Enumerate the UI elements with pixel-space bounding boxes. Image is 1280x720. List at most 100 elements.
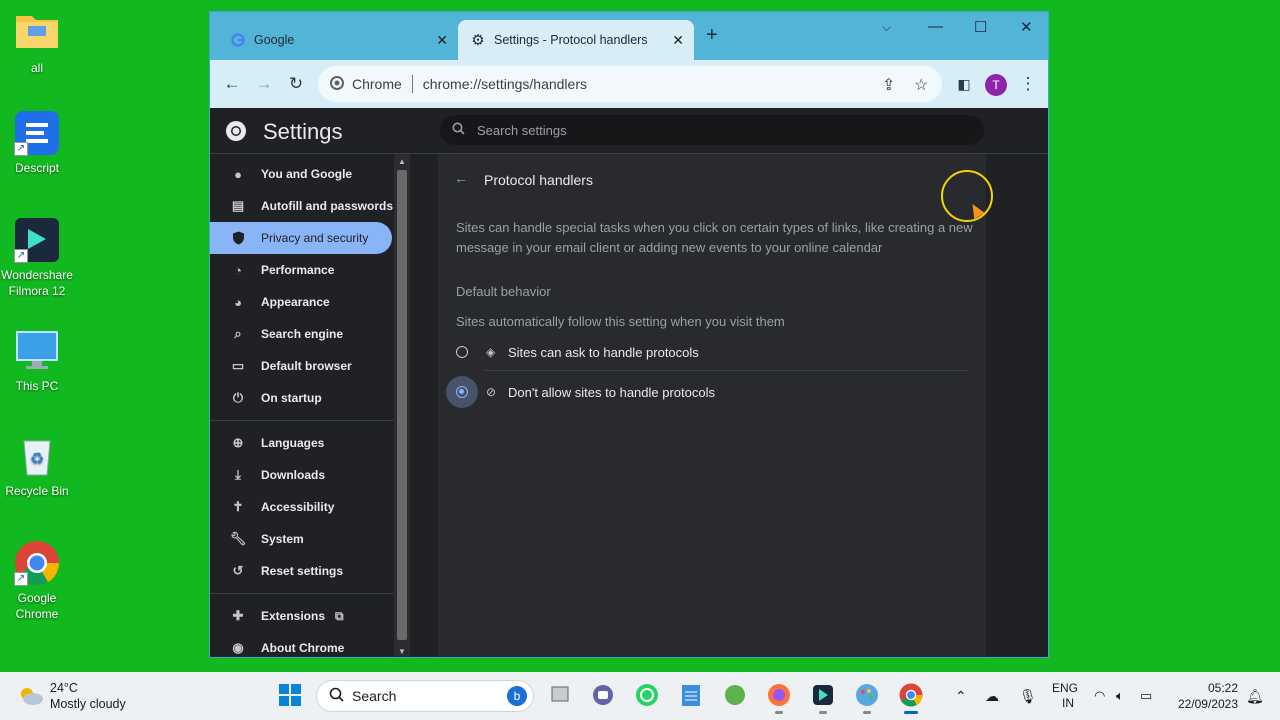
firefox-icon[interactable] (766, 682, 792, 714)
task-view-icon[interactable] (547, 682, 573, 708)
tab-close-icon[interactable]: ✕ (672, 32, 684, 49)
search-icon: ⌕ (234, 326, 242, 341)
section-subtitle: Sites automatically follow this setting … (456, 314, 785, 329)
sidebar-item-label: Downloads (261, 468, 326, 482)
desktop-icon-label: Descript (14, 161, 59, 175)
notification-bell-icon[interactable]: 🔔︎ (1246, 672, 1264, 720)
shortcut-arrow-icon: ↗ (14, 142, 28, 156)
sidebar-item-privacy[interactable]: Privacy and security (210, 222, 392, 254)
settings-search[interactable] (440, 115, 984, 145)
desktop-icon-all[interactable]: all (0, 10, 74, 76)
radio-button[interactable] (456, 346, 468, 358)
tab-strip: Google ✕ ⚙ Settings - Protocol handlers … (210, 12, 1048, 60)
volume-icon[interactable]: 🔈︎ (1116, 672, 1124, 720)
scroll-down-arrow-icon[interactable]: ▼ (398, 647, 406, 656)
onedrive-icon[interactable]: ☁ (985, 672, 999, 720)
sidebar-item-appearance[interactable]: ◕ Appearance (210, 286, 394, 318)
clock[interactable]: 05:22 22/09/2023 (1172, 672, 1238, 720)
new-tab-button[interactable]: + (706, 24, 718, 47)
desktop-icon-descript[interactable]: ↗ Descript (0, 110, 74, 176)
sidebar-item-on-startup[interactable]: ⏻ On startup (210, 382, 394, 414)
minimize-button[interactable]: — (928, 18, 943, 35)
weather-widget[interactable]: 24°C Mostly cloudy (18, 680, 126, 712)
paint-icon[interactable] (854, 682, 880, 714)
whatsapp-icon[interactable] (634, 682, 660, 708)
side-panel-icon[interactable]: ◧ (952, 72, 976, 96)
bookmark-star-icon[interactable]: ☆ (914, 75, 928, 95)
settings-title: Settings (263, 119, 343, 144)
tab-search-chevron-icon[interactable]: ⌵ (882, 20, 891, 35)
desktop-icon-this-pc[interactable]: This PC (0, 328, 74, 394)
chrome-logo-icon (224, 119, 248, 143)
option-label: Sites can ask to handle protocols (508, 344, 699, 360)
sidebar-item-about-chrome[interactable]: ◉ About Chrome (210, 632, 394, 657)
option-allow-ask[interactable]: ◈ Sites can ask to handle protocols (456, 332, 968, 372)
option-dont-allow[interactable]: ⊘ Don't allow sites to handle protocols (446, 372, 968, 412)
forward-button[interactable]: → (252, 72, 276, 96)
descript-app-icon: ↗ (14, 110, 60, 156)
tab-google[interactable]: Google ✕ (218, 20, 458, 60)
sidebar-item-you-and-google[interactable]: ● You and Google (210, 158, 394, 190)
scrollbar-thumb[interactable] (397, 170, 407, 640)
power-icon: ⏻ (232, 390, 244, 405)
sidebar-item-label: Performance (261, 263, 335, 277)
folder-icon (14, 10, 60, 56)
sidebar-item-extensions[interactable]: ✚ Extensions ⧉ (210, 600, 394, 632)
menu-kebab-icon[interactable]: ⋮ (1016, 72, 1040, 96)
browser-icon: ▭ (231, 358, 245, 373)
search-input[interactable] (477, 122, 957, 138)
desktop-icon-recycle-bin[interactable]: ♻ Recycle Bin (0, 433, 74, 499)
sidebar-item-languages[interactable]: ⊕ Languages (210, 427, 394, 459)
battery-icon[interactable]: ▭ (1140, 672, 1152, 720)
sidebar-item-system[interactable]: 🔧︎ System (210, 523, 394, 555)
notepad-icon[interactable] (678, 682, 704, 708)
taskbar-search[interactable]: Search b (316, 680, 534, 712)
sidebar-item-default-browser[interactable]: ▭ Default browser (210, 350, 394, 382)
scroll-up-arrow-icon[interactable]: ▲ (398, 157, 406, 166)
chrome-icon: ◉ (232, 640, 244, 655)
desktop-icon-label: Recycle Bin (5, 484, 69, 498)
sidebar-item-autofill[interactable]: ▤ Autofill and passwords (210, 190, 394, 222)
desktop-icon-filmora[interactable]: ↗ Wondershare Filmora 12 (0, 217, 74, 299)
wifi-icon[interactable]: ◠ (1094, 672, 1105, 720)
share-icon[interactable]: ⇪ (882, 75, 895, 95)
sidebar-item-label: Autofill and passwords (261, 199, 394, 213)
reload-button[interactable]: ↻ (284, 72, 308, 96)
tab-close-icon[interactable]: ✕ (436, 32, 448, 49)
sidebar-item-downloads[interactable]: ⤓ Downloads (210, 459, 394, 491)
svg-text:♻: ♻ (30, 451, 44, 468)
desktop-icon-label: Wondershare Filmora 12 (1, 268, 73, 298)
wrench-icon: 🔧︎ (229, 531, 247, 546)
tab-settings[interactable]: ⚙ Settings - Protocol handlers ✕ (458, 20, 694, 60)
sidebar-scrollbar[interactable]: ▲ ▼ (394, 154, 410, 657)
back-button[interactable]: ← (220, 72, 244, 96)
profile-avatar[interactable]: T (985, 74, 1007, 96)
desktop-icon-chrome[interactable]: ↗ Google Chrome (0, 540, 74, 622)
sidebar-divider (210, 420, 394, 421)
tab-title: Settings - Protocol handlers (494, 33, 648, 47)
page-description: Sites can handle special tasks when you … (456, 220, 973, 255)
filmora-app-icon: ↗ (14, 217, 60, 263)
language-indicator[interactable]: ENG IN (1052, 672, 1078, 720)
radio-button-checked[interactable] (456, 386, 468, 398)
address-bar[interactable]: Chrome chrome://settings/handlers ⇪ ☆ (318, 66, 942, 102)
chrome-icon (330, 75, 344, 93)
shortcut-arrow-icon: ↗ (14, 249, 28, 263)
green-app-icon[interactable] (722, 682, 748, 708)
start-button[interactable] (277, 682, 303, 708)
teams-chat-icon[interactable] (590, 682, 616, 708)
sidebar-item-label: On startup (261, 391, 322, 405)
tray-overflow-chevron-icon[interactable]: ⌃ (955, 672, 967, 720)
sidebar-item-accessibility[interactable]: ✝ Accessibility (210, 491, 394, 523)
back-arrow-icon[interactable]: ← (454, 170, 468, 186)
right-gutter (986, 154, 1048, 657)
sidebar-item-label: System (261, 532, 304, 546)
maximize-button[interactable]: ☐ (974, 18, 987, 36)
sidebar-item-reset-settings[interactable]: ↺ Reset settings (210, 555, 394, 587)
sidebar-item-performance[interactable]: ◔ Performance (210, 254, 394, 286)
microphone-icon[interactable]: 🎙︎ (1019, 672, 1037, 720)
sidebar-item-search-engine[interactable]: ⌕ Search engine (210, 318, 394, 350)
filmora-taskbar-icon[interactable] (810, 682, 836, 714)
close-window-button[interactable]: ✕ (1020, 18, 1033, 36)
chrome-taskbar-icon[interactable] (898, 682, 924, 714)
